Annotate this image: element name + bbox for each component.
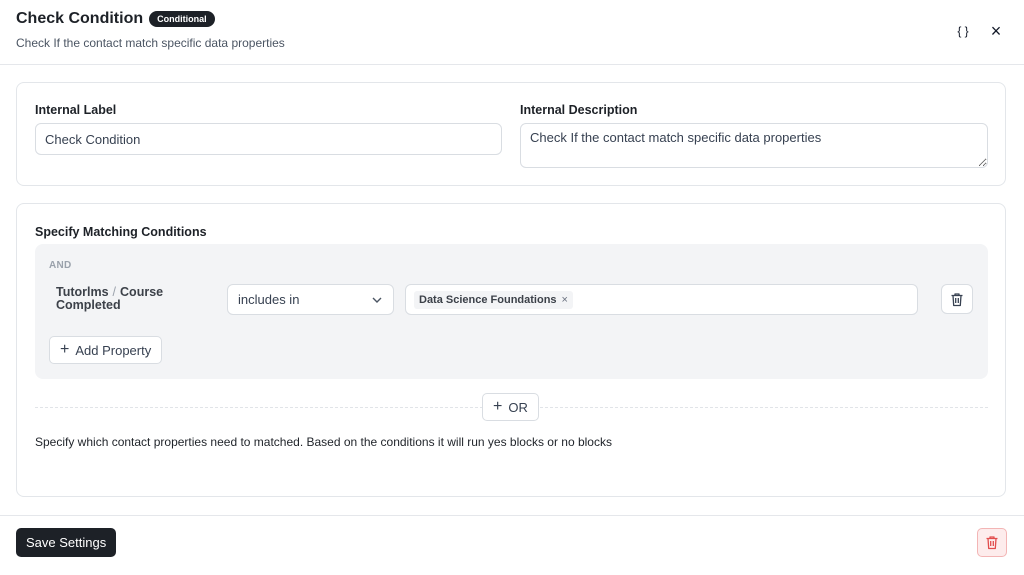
add-property-button[interactable]: + Add Property xyxy=(49,336,163,364)
operator-value: includes in xyxy=(238,292,300,307)
page-subtitle: Check If the contact match specific data… xyxy=(16,36,285,50)
conditions-title: Specify Matching Conditions xyxy=(35,225,207,239)
save-settings-button[interactable]: Save Settings xyxy=(16,528,117,557)
or-label: OR xyxy=(508,399,528,415)
help-text: Specify which contact properties need to… xyxy=(35,435,612,449)
property-separator: / xyxy=(112,285,117,299)
braces-icon[interactable]: { } xyxy=(952,20,974,42)
tag-label: Data Science Foundations xyxy=(419,294,557,306)
internal-label-input[interactable] xyxy=(35,123,502,155)
conditions-card: Specify Matching Conditions AND Tutorlms… xyxy=(16,203,1006,497)
internal-description-heading: Internal Description xyxy=(520,103,638,117)
trash-icon xyxy=(951,292,963,306)
close-icon[interactable]: × xyxy=(985,20,1007,42)
internal-description-textarea[interactable]: Check If the contact match specific data… xyxy=(520,123,988,168)
delete-block-button[interactable] xyxy=(977,528,1007,557)
modal-footer: Save Settings xyxy=(0,515,1024,575)
plus-icon: + xyxy=(493,398,503,415)
group-operator-label: AND xyxy=(49,260,72,271)
page-title: Check Condition xyxy=(16,10,144,27)
trash-icon xyxy=(986,536,998,550)
internal-label-heading: Internal Label xyxy=(35,103,117,117)
modal-header: Check Condition Conditional Check If the… xyxy=(0,0,1024,65)
type-badge: Conditional xyxy=(149,11,215,27)
labels-card: Internal Label Internal Description Chec… xyxy=(16,82,1006,186)
condition-group: AND Tutorlms / Course Completed includes i… xyxy=(35,244,988,379)
add-property-label: Add Property xyxy=(75,342,152,358)
title-row: Check Condition Conditional xyxy=(16,10,215,28)
value-tag: Data Science Foundations × xyxy=(414,291,573,309)
tag-remove-icon[interactable]: × xyxy=(562,291,568,309)
add-or-group-button[interactable]: + OR xyxy=(482,393,539,421)
remove-rule-button[interactable] xyxy=(941,284,973,314)
property-source: Tutorlms xyxy=(56,285,109,299)
chevron-down-icon xyxy=(372,297,382,303)
plus-icon: + xyxy=(60,341,70,358)
rule-property-name: Tutorlms / Course Completed xyxy=(56,286,206,312)
value-tag-input[interactable]: Data Science Foundations × xyxy=(405,284,918,315)
operator-select[interactable]: includes in xyxy=(227,284,394,315)
